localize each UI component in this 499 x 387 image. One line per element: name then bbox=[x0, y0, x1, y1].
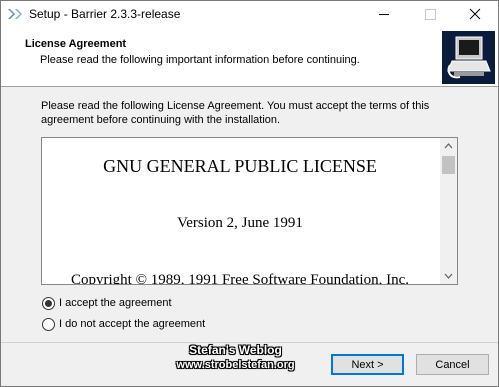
accept-radio[interactable] bbox=[42, 296, 55, 310]
barrier-app-icon bbox=[7, 6, 23, 22]
minimize-button[interactable] bbox=[361, 1, 407, 28]
accept-label: I accept the agreement bbox=[59, 297, 172, 309]
computer-installer-icon bbox=[442, 31, 495, 84]
scroll-up-button[interactable] bbox=[440, 138, 457, 154]
decline-label: I do not accept the agreement bbox=[59, 318, 206, 330]
vertical-scrollbar[interactable] bbox=[440, 138, 457, 284]
scrollbar-thumb[interactable] bbox=[442, 156, 455, 174]
license-text-box[interactable]: GNU GENERAL PUBLIC LICENSE Version 2, Ju… bbox=[41, 137, 458, 285]
title-bar[interactable]: Setup - Barrier 2.3.3-release bbox=[1, 1, 498, 28]
watermark-title: Stefan's Weblog bbox=[189, 343, 282, 357]
page-title: License Agreement bbox=[25, 38, 127, 50]
accept-radio-option[interactable]: I accept the agreement bbox=[42, 295, 172, 311]
close-button[interactable] bbox=[452, 1, 498, 28]
instructions-text: Please read the following License Agreem… bbox=[41, 100, 430, 126]
maximize-button[interactable] bbox=[407, 1, 453, 28]
license-version: Version 2, June 1991 bbox=[177, 215, 303, 231]
chevron-up-icon bbox=[444, 143, 453, 149]
next-button[interactable]: Next > bbox=[331, 354, 404, 375]
cancel-button[interactable]: Cancel bbox=[416, 354, 489, 375]
decline-radio[interactable] bbox=[42, 317, 55, 331]
chevron-down-icon bbox=[444, 273, 453, 279]
watermark-url: www.strobelstefan.org bbox=[176, 359, 295, 371]
close-icon bbox=[469, 8, 481, 20]
license-heading: GNU GENERAL PUBLIC LICENSE bbox=[103, 156, 377, 176]
scroll-down-button[interactable] bbox=[440, 268, 457, 284]
license-copyright: Copyright © 1989, 1991 Free Software Fou… bbox=[70, 272, 410, 284]
wizard-header: License Agreement Please read the follow… bbox=[1, 28, 498, 87]
watermark: Stefan's Weblog www.strobelstefan.org bbox=[168, 343, 303, 373]
license-content: GNU GENERAL PUBLIC LICENSE Version 2, Ju… bbox=[42, 138, 438, 284]
window-title: Setup - Barrier 2.3.3-release bbox=[29, 7, 181, 21]
setup-window: Setup - Barrier 2.3.3-release License Ag… bbox=[0, 0, 499, 387]
page-subtitle: Please read the following important info… bbox=[40, 54, 360, 66]
decline-radio-option[interactable]: I do not accept the agreement bbox=[42, 316, 205, 332]
